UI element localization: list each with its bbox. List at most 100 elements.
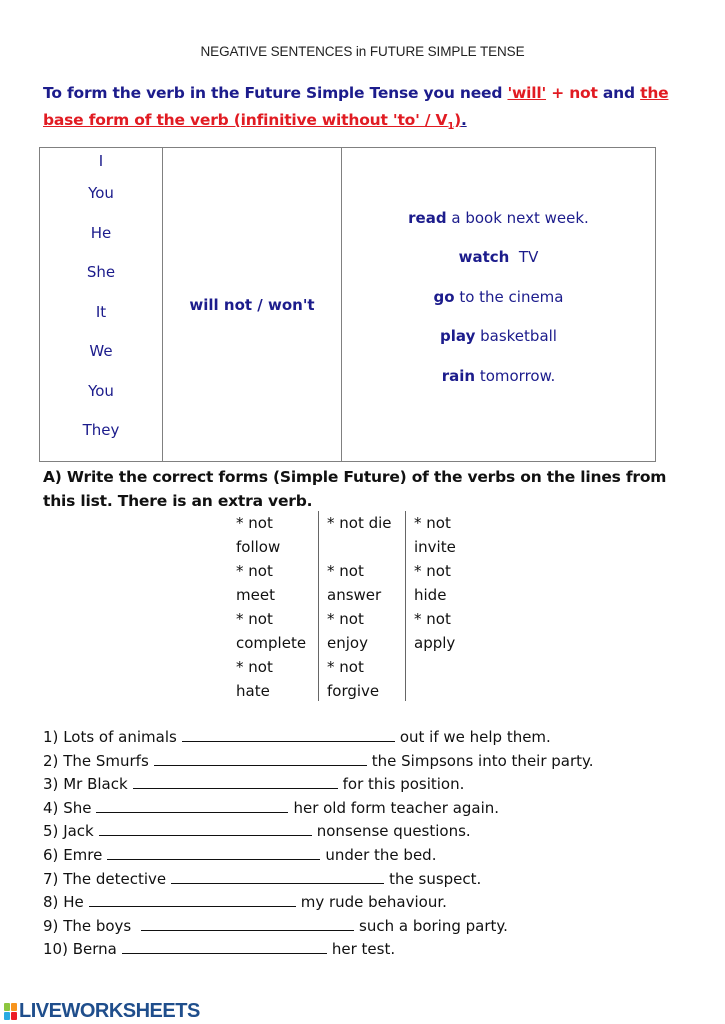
exercise-number: 1) [43, 728, 59, 746]
exercise-number: 5) [43, 822, 59, 841]
answer-blank[interactable] [88, 892, 296, 908]
exercise-item: 10) Berna her test. [43, 938, 594, 962]
verb-list-item [327, 535, 399, 559]
phrase-rest: to the cinema [454, 287, 564, 306]
answer-blank[interactable] [132, 774, 338, 790]
exercise-subject: Mr Black [63, 775, 128, 794]
verb-list-item: * not [236, 658, 273, 676]
rule-period: . [460, 111, 467, 129]
answer-blank[interactable] [98, 821, 312, 837]
exercise-subject: He [63, 893, 84, 912]
pronoun: We [89, 342, 113, 360]
exercise-number: 7) [43, 869, 59, 888]
exercise-rest: my rude behaviour. [300, 893, 447, 912]
logo-block [4, 1003, 10, 1011]
verb-list-item: * not [236, 562, 273, 580]
verb-list-item: * not [236, 514, 273, 532]
exercise-subject: Lots of animals [63, 728, 177, 746]
exercise-item: 1) Lots of animals out if we help them. [43, 726, 594, 750]
pronoun: She [86, 263, 116, 281]
exercise-number: 10) [43, 940, 68, 959]
example-phrase: play basketball [440, 317, 557, 357]
exercise-rest: out if we help them. [399, 728, 551, 746]
phrase-verb: read [408, 208, 447, 227]
exercise-subject: Berna [72, 940, 117, 959]
answer-blank[interactable] [171, 869, 385, 884]
brand-name: LIVEWORKSHEETS [19, 1000, 200, 1022]
example-phrase: go to the cinema [434, 278, 564, 318]
verb-list-item: hate [236, 682, 270, 700]
rule-plus-not: + not [546, 84, 598, 102]
verb-list-item: meet [236, 586, 275, 604]
answer-blank[interactable] [107, 845, 321, 860]
exercise-rest: the Simpsons into their party. [371, 751, 594, 770]
verb-list-column-1: * not follow * not meet * not complete * not ha… [228, 511, 318, 703]
grammar-table: I You He She It We You They will not / won't re… [39, 147, 656, 462]
phrase-rest: a book next week. [446, 208, 589, 227]
verb-list: * not follow * not meet * not complete * not ha… [228, 511, 462, 703]
logo-block [4, 1012, 10, 1020]
verb-list-item: * not [236, 610, 273, 628]
exercise-rest: her old form teacher again. [293, 798, 500, 817]
rule-the: the [640, 84, 669, 102]
rule-base-form-text: base form of the verb (infinitive withou… [43, 111, 448, 129]
verb-list-item: answer [327, 586, 382, 604]
verb-list-item: * not [327, 610, 364, 628]
verb-list-column-2: * not die * not answer * not enjoy * not forg… [318, 511, 406, 701]
worksheet-title: NEGATIVE SENTENCES in FUTURE SIMPLE TENS… [200, 44, 525, 59]
liveworksheets-logo-icon [4, 1003, 17, 1020]
phrase-rest: tomorrow. [475, 366, 556, 385]
exercise-rest: nonsense questions. [316, 822, 471, 841]
verb-list-item: apply [414, 634, 456, 652]
rule-close-paren: ) [454, 111, 461, 129]
exercise-item: 7) The detective the suspect. [43, 868, 594, 892]
exercise-number: 8) [43, 893, 59, 912]
phrase-verb: rain [441, 366, 476, 385]
exercise-rest: the suspect. [389, 869, 482, 888]
exercise-rest: under the bed. [325, 845, 437, 864]
answer-blank[interactable] [96, 798, 289, 813]
task-a-instruction: A) Write the correct forms (Simple Futur… [43, 468, 667, 510]
exercise-subject: Jack [63, 822, 94, 841]
answer-blank[interactable] [153, 751, 367, 766]
logo-block [11, 1012, 17, 1020]
verb-list-item: enjoy [327, 634, 368, 652]
verb-list-item: invite [414, 538, 456, 556]
exercise-number: 4) [43, 798, 59, 817]
phrase-column: read a book next week. watch TV go to the … [342, 148, 655, 461]
verb-list-item: * not [414, 562, 451, 580]
footer-brand: LIVEWORKSHEETS [4, 1000, 200, 1023]
exercise-rest: her test. [331, 940, 396, 959]
exercise-rest: for this position. [342, 775, 465, 794]
pronoun: It [95, 302, 107, 321]
verb-list-item: follow [236, 538, 281, 556]
answer-blank[interactable] [181, 727, 395, 742]
exercise-number: 9) [43, 916, 59, 935]
exercise-subject: The detective [63, 869, 167, 888]
exercise-rest: such a boring party. [359, 916, 508, 935]
pronoun-column: I You He She It We You They [40, 148, 163, 461]
grammar-rule: To form the verb in the Future Simple Te… [43, 80, 693, 140]
phrase-rest: basketball [475, 327, 557, 346]
exercise-number: 2) [43, 751, 59, 770]
phrase-verb: watch [458, 248, 510, 267]
verb-list-item: * not die [327, 514, 392, 532]
auxiliary-text: will not / won't [189, 295, 315, 314]
verb-list-item: hide [414, 586, 447, 604]
verb-list-column-3: * not invite * not hide * not apply [406, 511, 462, 703]
rule-will: 'will' [507, 84, 547, 102]
answer-blank[interactable] [141, 916, 355, 931]
exercise-item: 6) Emre under the bed. [43, 844, 594, 868]
rule-and: and [597, 84, 641, 102]
answer-blank[interactable] [121, 939, 327, 955]
pronoun: You [88, 381, 114, 400]
verb-list-item: forgive [327, 682, 380, 700]
verb-list-item: * not [414, 514, 451, 532]
pronoun: I [98, 152, 104, 170]
exercise-subject: The boys [63, 916, 137, 935]
exercise-number: 6) [43, 845, 59, 864]
example-phrase: watch TV [459, 238, 539, 278]
pronoun: They [82, 421, 120, 439]
exercise-item: 2) The Smurfs the Simpsons into their par… [43, 750, 594, 774]
rule-base-form: base form of the verb (infinitive withou… [43, 111, 461, 132]
